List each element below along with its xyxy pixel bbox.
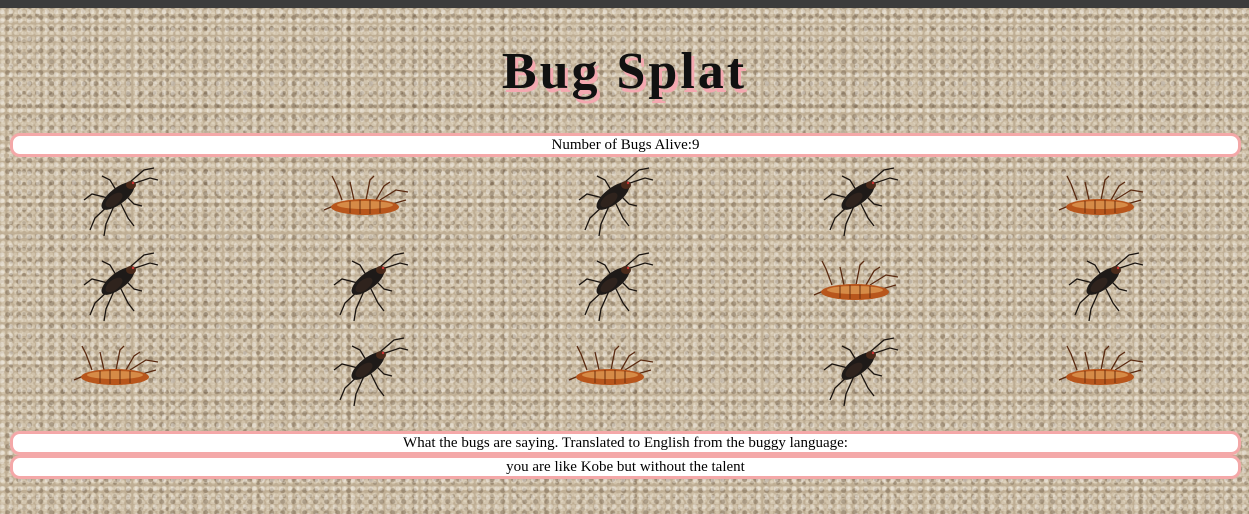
cockroach-alive-icon: [83, 167, 159, 237]
cockroach-dead-icon: [73, 345, 159, 385]
cockroach-alive-icon: [578, 167, 654, 237]
bug-r3-c1[interactable]: [70, 330, 160, 410]
cockroach-dead-icon: [323, 175, 409, 215]
cockroach-alive-icon: [578, 252, 654, 322]
bug-r3-c3[interactable]: [565, 330, 655, 410]
cockroach-alive-icon: [333, 337, 409, 407]
page-title: Bug Splat: [501, 43, 748, 100]
bug-r2-c2[interactable]: [320, 245, 410, 325]
bug-r3-c2[interactable]: [320, 330, 410, 410]
cockroach-alive-icon: [823, 167, 899, 237]
cockroach-alive-icon: [333, 252, 409, 322]
cockroach-alive-icon: [83, 252, 159, 322]
bug-r2-c4[interactable]: [810, 245, 900, 325]
bug-r2-c5[interactable]: [1055, 245, 1145, 325]
bug-r2-c3[interactable]: [565, 245, 655, 325]
bug-saying-text: you are like Kobe but without the talent: [10, 455, 1241, 479]
bugs-alive-label: Number of Bugs Alive:: [551, 137, 692, 153]
browser-top-bar: [0, 0, 1249, 8]
cockroach-alive-icon: [1068, 252, 1144, 322]
bugs-alive-counter: Number of Bugs Alive:9: [10, 133, 1241, 157]
bug-r1-c4[interactable]: [810, 160, 900, 240]
cockroach-dead-icon: [1058, 345, 1144, 385]
bug-saying-heading: What the bugs are saying. Translated to …: [10, 431, 1241, 455]
bug-r2-c1[interactable]: [70, 245, 160, 325]
bug-r3-c4[interactable]: [810, 330, 900, 410]
bug-r1-c1[interactable]: [70, 160, 160, 240]
cockroach-dead-icon: [1058, 175, 1144, 215]
cockroach-dead-icon: [568, 345, 654, 385]
cockroach-alive-icon: [823, 337, 899, 407]
bug-r1-c2[interactable]: [320, 160, 410, 240]
bug-r3-c5[interactable]: [1055, 330, 1145, 410]
bug-r1-c3[interactable]: [565, 160, 655, 240]
bug-r1-c5[interactable]: [1055, 160, 1145, 240]
bugs-alive-count: 9: [691, 137, 700, 153]
cockroach-dead-icon: [813, 260, 899, 300]
bug-grid: [0, 160, 1249, 430]
